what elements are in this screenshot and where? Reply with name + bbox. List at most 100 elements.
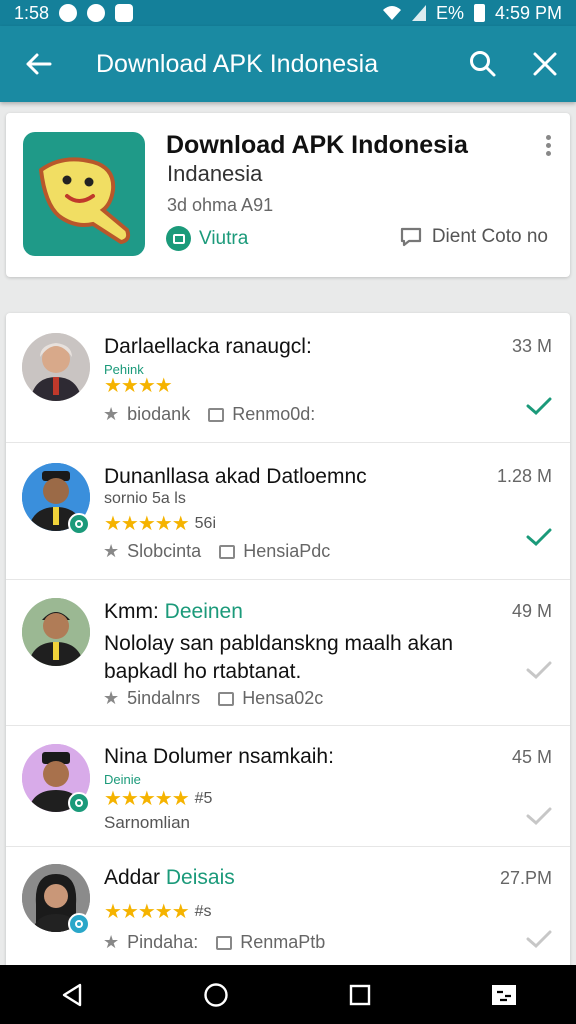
list-item[interactable]: Addar Deisais 27.PM ★★★★★ #s ★ Pindaha: …: [6, 847, 570, 973]
review-body: Nololay san pabldanskng maalh akan bapka…: [104, 632, 454, 683]
search-icon: [470, 51, 496, 77]
smiley-logo-icon: [38, 157, 131, 245]
nav-back-button[interactable]: [42, 965, 102, 1024]
review-name: Darlaellacka ranaugcl:: [104, 335, 312, 358]
status-clock: 4:59 PM: [494, 2, 562, 23]
meta-left: Slobcinta: [127, 541, 202, 561]
signal-icon: [411, 5, 426, 21]
stars: ★★★★★: [104, 788, 190, 810]
review-meta: ★ 5indalnrs Hensa02c: [103, 688, 323, 709]
review-meta: ★ biodank Renmo0d:: [103, 404, 315, 425]
app-bar: Download APK Indonesia: [0, 26, 576, 102]
review-size: 33 M: [511, 336, 552, 356]
install-button[interactable]: Viutra: [166, 226, 248, 251]
app-title: Download APK Indonesia: [166, 131, 468, 159]
stars: ★★★★: [104, 375, 173, 397]
review-name: Kmm: Deeinen: [104, 600, 243, 624]
status-bar: 1:58 E% 4:59 PM: [0, 0, 576, 26]
meta-left: Pindaha:: [127, 932, 199, 952]
review-name-accent: Deeinen: [164, 600, 243, 623]
comment-box-icon: [216, 935, 233, 950]
back-triangle-icon: [62, 983, 82, 1006]
app-icon[interactable]: [23, 132, 145, 256]
review-meta: ★ Slobcinta HensiaPdc: [103, 541, 330, 562]
detail-button[interactable]: Dient Coto no: [400, 226, 548, 248]
comment-box-icon: [219, 544, 236, 559]
review-name: Nina Dolumer nsamkaih:: [104, 745, 334, 768]
stars: ★★★★★: [104, 901, 190, 923]
meta-left: biodank: [127, 404, 191, 424]
avatar: [22, 598, 90, 666]
review-list: Darlaellacka ranaugcl: 33 M Pehink ★★★★ …: [6, 313, 570, 973]
overflow-menu-icon[interactable]: [546, 135, 552, 157]
camera-icon: [115, 4, 134, 22]
review-size: 49 M: [511, 601, 552, 621]
meta-left: 5indalnrs: [127, 688, 201, 708]
system-nav-bar: [0, 965, 576, 1024]
meta-right: HensiaPdc: [243, 541, 331, 561]
battery-icon: [473, 4, 485, 22]
nav-recents-button[interactable]: [330, 965, 390, 1024]
record-icon: [87, 4, 106, 22]
battery-percent: E%: [435, 2, 464, 23]
review-name-text: Kmm:: [104, 600, 159, 623]
review-tag: sornio 5a ls: [104, 490, 186, 507]
app-subtitle: Indanesia: [167, 161, 263, 186]
recents-square-icon: [349, 984, 371, 1005]
back-button[interactable]: [0, 26, 76, 102]
comment-box-icon: [218, 691, 235, 706]
check-icon[interactable]: [526, 929, 552, 949]
avatar: [22, 333, 90, 401]
check-icon[interactable]: [526, 527, 552, 547]
verified-badge-icon: [68, 513, 90, 535]
list-item[interactable]: Darlaellacka ranaugcl: 33 M Pehink ★★★★ …: [6, 313, 570, 443]
review-tag: Deinie: [104, 772, 141, 787]
nav-screenshot-button[interactable]: [474, 965, 534, 1024]
comment-box-icon: [208, 407, 225, 422]
meta-right: Renmo0d:: [232, 404, 316, 424]
list-item[interactable]: Nina Dolumer nsamkaih: 45 M Deinie ★★★★★…: [6, 726, 570, 847]
list-item[interactable]: Dunanllasa akad Datloemnc 1.28 M sornio …: [6, 443, 570, 580]
review-name: Dunanllasa akad Datloemnc: [104, 465, 367, 488]
review-size: 1.28 M: [496, 466, 552, 486]
screenshot-icon: [492, 984, 516, 1005]
verified-badge-icon: [68, 913, 90, 935]
review-subtitle: Sarnomlian: [104, 813, 190, 832]
review-size: 45 M: [511, 747, 552, 767]
stars-extra: #s: [194, 902, 212, 920]
close-icon: [533, 52, 557, 76]
star-rating: ★★★★: [104, 373, 173, 398]
home-circle-icon: [204, 982, 228, 1007]
stars-extra: 56i: [194, 514, 217, 532]
stars: ★★★★★: [104, 513, 190, 535]
list-item[interactable]: Kmm: Deeinen 49 M Nololay san pabldanskn…: [6, 580, 570, 726]
star-rating: ★★★★★ #s: [104, 899, 212, 924]
star-rating: ★★★★★ 56i: [104, 511, 216, 536]
review-name-text: Addar: [104, 866, 161, 889]
review-meta: ★ Pindaha: RenmaPtb: [103, 932, 325, 953]
review-name-accent: Deisais: [165, 866, 235, 889]
verified-badge-icon: [68, 792, 90, 814]
comment-icon: [400, 227, 421, 247]
install-label: Viutra: [199, 227, 249, 249]
page-title: Download APK Indonesia: [96, 49, 379, 78]
app-header-card: Download APK Indonesia Indanesia 3d ohma…: [6, 113, 570, 277]
close-button[interactable]: [514, 26, 576, 102]
star-outline-icon: ★: [103, 688, 120, 708]
check-icon[interactable]: [526, 396, 552, 416]
star-outline-icon: ★: [103, 541, 120, 561]
search-button[interactable]: [452, 26, 514, 102]
arrow-back-icon: [26, 53, 52, 75]
check-icon[interactable]: [526, 806, 552, 826]
meta-right: RenmaPtb: [240, 932, 326, 952]
notification-icon: [59, 4, 78, 22]
meta-right: Hensa02c: [242, 688, 324, 708]
wifi-icon: [382, 6, 401, 20]
review-name: Addar Deisais: [104, 866, 235, 890]
stars-extra: #5: [194, 789, 213, 807]
detail-label: Dient Coto no: [431, 226, 548, 247]
install-icon: [166, 226, 191, 251]
star-outline-icon: ★: [103, 404, 120, 424]
check-icon[interactable]: [526, 660, 552, 680]
nav-home-button[interactable]: [186, 965, 246, 1024]
